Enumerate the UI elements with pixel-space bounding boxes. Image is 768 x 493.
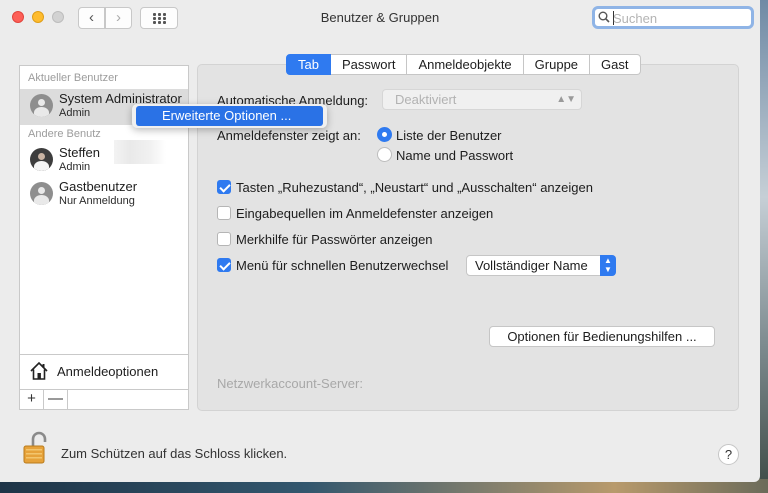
other-users-section-label: Andere Benutz [28,128,101,140]
search-icon [598,11,610,23]
user-photo-avatar [30,148,53,171]
house-icon [30,361,48,380]
radio-name-password-label: Name und Passwort [396,148,514,163]
fast-switch-select[interactable]: Vollständiger Name ▲ ▼ [466,255,616,276]
title-bar: ‹ › Benutzer & Gruppen [0,0,760,36]
login-options-label: Anmeldeoptionen [57,364,159,379]
network-server-label: Netzwerkaccount-Server: [217,376,363,391]
checkbox-power-buttons[interactable] [217,180,231,194]
remove-user-button[interactable]: — [44,390,68,409]
checkbox-power-buttons-label: Tasten „Ruhezustand“, „Neustart“ und „Au… [236,180,593,195]
checkbox-password-hint[interactable] [217,232,231,246]
tab-anmeldeobjekte[interactable]: Anmeldeobjekte [407,54,524,75]
radio-user-list-label: Liste der Benutzer [396,128,502,143]
lock-instruction-text: Zum Schützen auf das Schloss klicken. [61,446,288,461]
user-avatar-icon [30,94,53,117]
checkbox-input-sources-label: Eingabequellen im Anmeldefenster anzeige… [236,206,494,221]
tab-bar: Tab Passwort Anmeldeobjekte Gruppe Gast [286,54,641,75]
help-button[interactable]: ? [718,444,739,465]
checkbox-fast-user-switching-label: Menü für schnellen Benutzerwechsel [236,258,449,273]
user-row-gastbenutzer[interactable]: Gastbenutzer Nur Anmeldung [20,177,188,213]
tab-passwort[interactable]: Passwort [330,54,408,75]
search-field[interactable] [592,6,754,29]
checkbox-input-sources[interactable] [217,206,231,220]
accessibility-options-button[interactable]: Optionen für Bedienungshilfen ... [489,326,715,347]
advanced-options-menu-item[interactable]: Erweiterte Optionen ... [136,106,323,126]
add-remove-bar: + — [19,390,189,410]
auto-login-select: Deaktiviert ▲▼ [382,89,582,110]
tab-gast[interactable]: Gast [590,54,641,75]
search-input[interactable] [613,10,743,26]
login-window-label: Anmeldefenster zeigt an: [217,128,361,143]
user-name: Steffen [59,145,100,160]
lock-open-icon[interactable] [22,431,48,465]
user-role: Nur Anmeldung [59,195,135,207]
fast-switch-value: Vollständiger Name [475,258,588,273]
redacted-area [114,140,166,164]
tab-tab[interactable]: Tab [286,54,331,75]
chevron-updown-icon: ▲▼ [556,94,576,105]
user-avatar-icon [30,182,53,205]
preferences-window: ‹ › Benutzer & Gruppen Aktueller Benutze… [0,0,760,482]
user-name: Gastbenutzer [59,179,138,194]
user-role: Admin [59,161,91,173]
auto-login-value: Deaktiviert [395,92,457,107]
radio-user-list[interactable] [377,127,392,142]
chevron-updown-icon: ▲▼ [600,255,616,276]
tab-gruppe[interactable]: Gruppe [523,54,591,75]
context-menu: Erweiterte Optionen ... [132,104,327,128]
radio-name-password[interactable] [377,147,392,162]
checkbox-fast-user-switching[interactable] [217,258,231,272]
user-role: Admin [59,107,91,119]
current-user-section-label: Aktueller Benutzer [28,72,118,84]
add-user-button[interactable]: + [20,390,44,409]
checkbox-password-hint-label: Merkhilfe für Passwörter anzeigen [236,232,433,247]
login-options-item[interactable]: Anmeldeoptionen [19,354,189,390]
